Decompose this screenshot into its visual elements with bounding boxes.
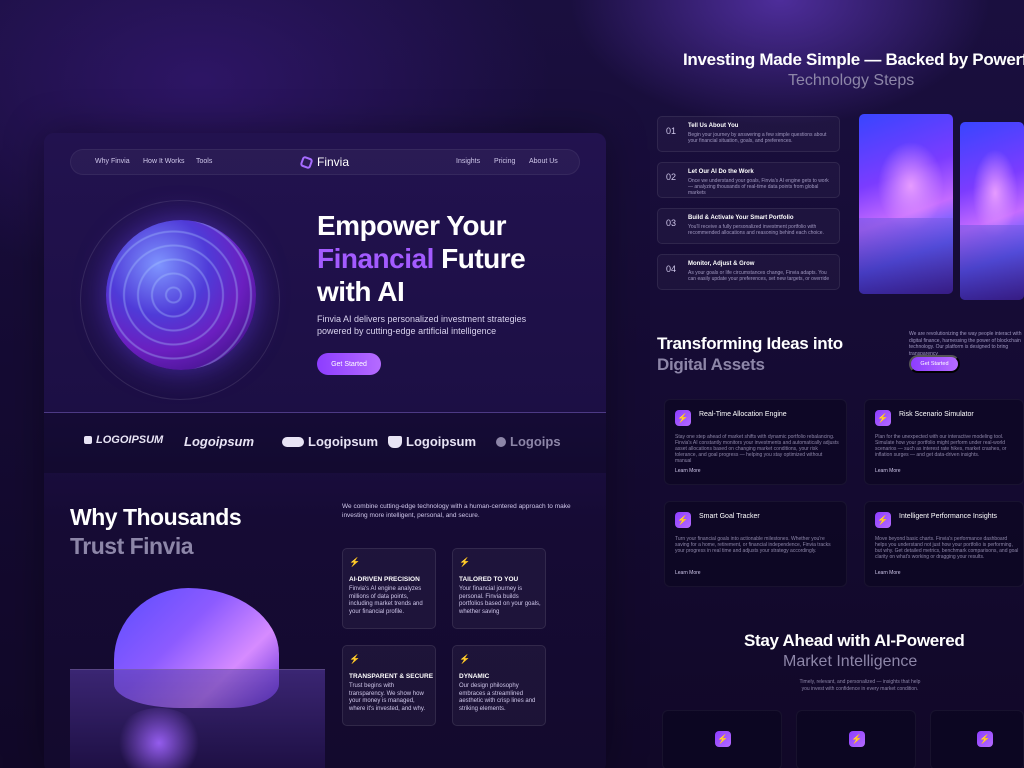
learn-more-link[interactable]: Learn More (875, 570, 901, 576)
step-card[interactable]: 01 Tell Us About You Begin your journey … (657, 116, 840, 152)
service-card: ⚡ Intelligent Performance Insights Move … (864, 501, 1024, 587)
service-card: ⚡ Real-Time Allocation Engine Stay one s… (664, 399, 847, 485)
feature-card: ⚡ TRANSPARENT & SECURE Trust begins with… (342, 645, 436, 726)
bolt-icon: ⚡ (349, 654, 361, 664)
transform-section-title: Transforming Ideas into Digital Assets (657, 334, 843, 374)
bolt-icon: ⚡ (459, 557, 471, 567)
nav-link-about-us[interactable]: About Us (529, 158, 558, 165)
get-started-button[interactable]: Get Started (317, 353, 381, 375)
step-card[interactable]: 04 Monitor, Adjust & Grow As your goals … (657, 254, 840, 290)
brand-name: Finvia (317, 155, 350, 169)
why-section-description: We combine cutting-edge technology with … (342, 503, 571, 519)
landing-page-preview: Why Finvia How It Works Tools Finvia Ins… (44, 133, 606, 768)
nav-link-why-finvia[interactable]: Why Finvia (95, 158, 130, 165)
feature-card: ⚡ AI-DRIVEN PRECISION Finvia's AI engine… (342, 548, 436, 629)
bolt-icon: ⚡ (715, 731, 731, 747)
market-section-title: Stay Ahead with AI-Powered (744, 631, 965, 650)
get-started-button[interactable]: Get Started (909, 355, 960, 373)
bolt-icon: ⚡ (849, 731, 865, 747)
bolt-icon: ⚡ (349, 557, 361, 567)
feature-card: ⚡ DYNAMIC Our design philosophy embraces… (452, 645, 546, 726)
hero-title: Empower Your Financial Future with AI (317, 210, 526, 307)
top-navigation: Why Finvia How It Works Tools Finvia Ins… (70, 149, 580, 175)
abstract-3d-image-card (960, 122, 1024, 300)
transform-section-description: We are revolutionizing the way people in… (909, 331, 1022, 357)
market-card: ⚡ (796, 710, 916, 768)
why-section-title: Why Thousands Trust Finvia (70, 504, 242, 559)
steps-section-subtitle: Technology Steps (788, 72, 915, 89)
partner-logo: Logoipsum (388, 434, 476, 449)
bolt-icon: ⚡ (459, 654, 471, 664)
bolt-icon: ⚡ (875, 512, 891, 528)
step-card[interactable]: 02 Let Our AI Do the Work Once we unders… (657, 162, 840, 198)
learn-more-link[interactable]: Learn More (675, 570, 701, 576)
steps-section-title: Investing Made Simple — Backed by Powerf… (683, 50, 1024, 69)
partner-logo: Logoipsum (282, 434, 378, 449)
market-section-subtitle: Market Intelligence (783, 653, 918, 670)
nav-link-pricing[interactable]: Pricing (494, 158, 515, 165)
learn-more-link[interactable]: Learn More (875, 468, 901, 474)
hero-title-accent: Financial (317, 243, 434, 274)
partner-logo: LOGOIPSUM (84, 434, 163, 446)
finvia-logo-icon (299, 154, 314, 170)
partner-logo: Logoips (496, 434, 561, 449)
partner-logo: Logoipsum (184, 434, 255, 449)
bolt-icon: ⚡ (875, 410, 891, 426)
bolt-icon: ⚡ (675, 410, 691, 426)
market-section-description: Timely, relevant, and personalized — ins… (799, 679, 921, 692)
service-card: ⚡ Risk Scenario Simulator Plan for the u… (864, 399, 1024, 485)
bolt-icon: ⚡ (675, 512, 691, 528)
nav-link-how-it-works[interactable]: How It Works (143, 158, 185, 165)
market-card: ⚡ (662, 710, 782, 768)
bolt-icon: ⚡ (977, 731, 993, 747)
feature-card: ⚡ TAILORED TO YOU Your financial journey… (452, 548, 546, 629)
hero-3d-orb-image (106, 220, 256, 370)
step-card[interactable]: 03 Build & Activate Your Smart Portfolio… (657, 208, 840, 244)
market-card: ⚡ (930, 710, 1024, 768)
nav-link-insights[interactable]: Insights (456, 158, 480, 165)
partner-logos-strip: LOGOIPSUM Logoipsum Logoipsum Logoipsum … (44, 413, 606, 473)
abstract-3d-image-card (859, 114, 953, 294)
brand-logo[interactable]: Finvia (299, 154, 350, 170)
service-card: ⚡ Smart Goal Tracker Turn your financial… (664, 501, 847, 587)
learn-more-link[interactable]: Learn More (675, 468, 701, 474)
hero-subtitle: Finvia AI delivers personalized investme… (317, 314, 527, 336)
nav-link-tools[interactable]: Tools (196, 158, 212, 165)
